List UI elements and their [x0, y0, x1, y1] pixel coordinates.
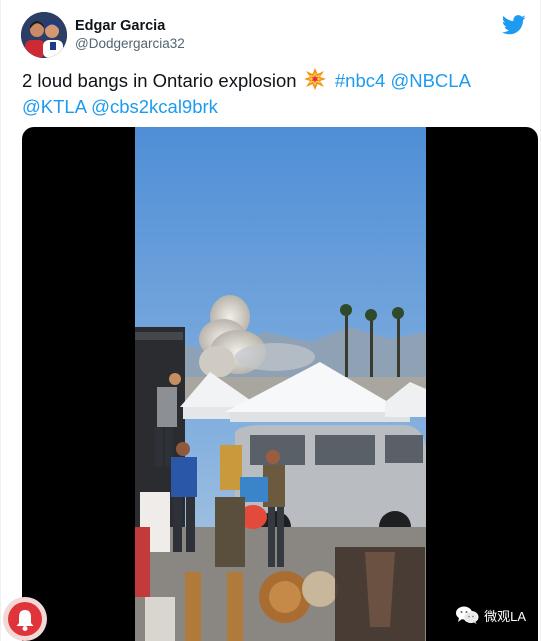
tweet-card: Edgar Garcia @Dodgergarcia32 2 loud bang…	[0, 0, 541, 641]
notification-inner	[8, 602, 42, 636]
author-avatar[interactable]	[21, 12, 67, 58]
tweet-video[interactable]	[22, 127, 538, 641]
author-handle[interactable]: @Dodgergarcia32	[75, 35, 185, 53]
twitter-bird-icon[interactable]	[501, 14, 526, 36]
watermark-text: 微观LA	[484, 608, 526, 624]
mention-nbcla[interactable]: @NBCLA	[390, 70, 470, 91]
mention-ktla[interactable]: @KTLA	[22, 96, 86, 117]
tweet-text-body: 2 loud bangs in Ontario explosion	[22, 70, 297, 91]
tweet-header: Edgar Garcia @Dodgergarcia32	[21, 12, 526, 58]
mention-cbs2kcal9brk[interactable]: @cbs2kcal9brk	[91, 96, 218, 117]
notification-bell-button[interactable]	[3, 597, 47, 641]
tweet-text: 2 loud bangs in Ontario explosion #nbc4 …	[22, 68, 522, 120]
video-frame	[135, 127, 426, 641]
bell-icon	[16, 610, 34, 631]
author-names: Edgar Garcia @Dodgergarcia32	[75, 17, 185, 53]
author-display-name[interactable]: Edgar Garcia	[75, 17, 185, 35]
hashtag-nbc4[interactable]: #nbc4	[335, 70, 385, 91]
wechat-icon	[456, 606, 479, 624]
collision-emoji-icon	[303, 68, 326, 90]
wechat-watermark: 微观LA	[455, 604, 526, 626]
